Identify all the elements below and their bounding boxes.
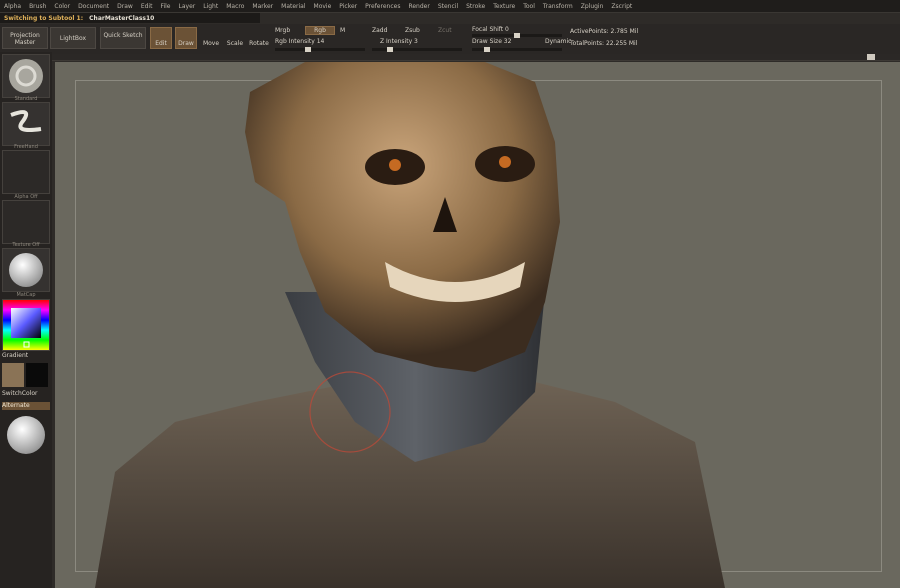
edit-label: Edit: [155, 40, 167, 47]
switch-color-button[interactable]: SwitchColor: [2, 390, 50, 397]
alternate-button[interactable]: Alternate: [2, 402, 50, 410]
menu-item-document[interactable]: Document: [74, 3, 113, 10]
lightbox-button[interactable]: LightBox: [50, 27, 96, 49]
menu-item-brush[interactable]: Brush: [25, 3, 50, 10]
slider-knob[interactable]: [484, 47, 490, 52]
matcap-sphere-icon: [9, 253, 43, 287]
alpha-button[interactable]: [2, 150, 50, 194]
brush-preview: [2, 412, 50, 456]
z-intensity-label: Z Intensity 3: [380, 38, 418, 45]
scale-label: Scale: [226, 40, 244, 47]
texture-button[interactable]: [2, 200, 50, 244]
menu-item-macro[interactable]: Macro: [222, 3, 248, 10]
move-label: Move: [202, 40, 220, 47]
draw-button[interactable]: Draw: [175, 27, 197, 49]
menu-item-material[interactable]: Material: [277, 3, 309, 10]
edit-button[interactable]: Edit: [150, 27, 172, 49]
freehand-stroke-button[interactable]: [2, 102, 50, 146]
focal-shift-slider[interactable]: [472, 33, 562, 38]
zsub-button[interactable]: Zsub: [405, 27, 420, 34]
menu-item-draw[interactable]: Draw: [113, 3, 137, 10]
draw-size-label: Draw Size 32: [472, 38, 512, 45]
active-points-readout: ActivePoints: 2.785 Mil: [570, 28, 639, 35]
slider-knob[interactable]: [305, 47, 311, 52]
primary-color-swatch[interactable]: [2, 363, 24, 387]
freehand-stroke-icon: [10, 110, 42, 132]
color-picker[interactable]: [2, 299, 50, 351]
menu-item-picker[interactable]: Picker: [335, 3, 361, 10]
rotate-label: Rotate: [249, 40, 269, 47]
gradient-label: Gradient: [2, 352, 29, 359]
draw-size-slider[interactable]: [472, 47, 562, 52]
menu-item-zscript[interactable]: Zscript: [607, 3, 636, 10]
mrgb-button[interactable]: Mrgb: [275, 27, 290, 34]
zadd-button[interactable]: Zadd: [372, 27, 387, 34]
menu-item-transform[interactable]: Transform: [539, 3, 577, 10]
m-button[interactable]: M: [340, 27, 345, 34]
menu-item-marker[interactable]: Marker: [248, 3, 277, 10]
menu-item-tool[interactable]: Tool: [519, 3, 539, 10]
dynamic-button[interactable]: Dynamic: [545, 38, 571, 45]
slider-knob[interactable]: [514, 33, 520, 38]
subtool-name: CharMasterClass10: [89, 14, 155, 22]
menu-item-light[interactable]: Light: [199, 3, 222, 10]
quick-sketch-button[interactable]: Quick Sketch: [100, 27, 146, 49]
scale-button[interactable]: Scale: [224, 27, 246, 49]
rgb-intensity-label: Rgb Intensity 14: [275, 38, 325, 45]
canvas-scroll-thumb[interactable]: [867, 54, 875, 60]
canvas-scroll-track[interactable]: [52, 54, 900, 60]
menu-item-edit[interactable]: Edit: [137, 3, 157, 10]
menu-item-movie[interactable]: Movie: [310, 3, 336, 10]
menu-item-alpha[interactable]: Alpha: [0, 3, 25, 10]
menu-item-texture[interactable]: Texture: [489, 3, 519, 10]
menu-item-preferences[interactable]: Preferences: [361, 3, 404, 10]
sphere-preview-icon: [7, 416, 45, 454]
rgb-intensity-slider[interactable]: [275, 47, 365, 52]
z-intensity-slider[interactable]: [372, 47, 462, 52]
sculpted-creature-bust: [95, 62, 725, 588]
subtool-status-label: Switching to Subtool 1:: [4, 14, 84, 22]
menu-item-zplugin[interactable]: Zplugin: [577, 3, 608, 10]
focal-shift-label: Focal Shift 0: [472, 26, 509, 33]
menu-item-render[interactable]: Render: [404, 3, 433, 10]
rgb-button[interactable]: Rgb: [305, 26, 335, 35]
color-picker-icon: [3, 300, 49, 350]
menu-item-layer[interactable]: Layer: [175, 3, 200, 10]
slider-knob[interactable]: [387, 47, 393, 52]
total-points-readout: TotalPoints: 22.255 Mil: [570, 40, 638, 47]
rotate-button[interactable]: Rotate: [248, 27, 270, 49]
standard-brush-icon: [9, 59, 43, 93]
menu-item-file[interactable]: File: [156, 3, 174, 10]
draw-label: Draw: [178, 40, 194, 47]
move-button[interactable]: Move: [200, 27, 222, 49]
menu-item-stencil[interactable]: Stencil: [434, 3, 462, 10]
subtool-status: Switching to Subtool 1: CharMasterClass1…: [0, 13, 260, 23]
projection-master-button[interactable]: Projection Master: [2, 27, 48, 49]
secondary-color-swatch[interactable]: [26, 363, 48, 387]
menu-item-color[interactable]: Color: [50, 3, 74, 10]
zcut-button[interactable]: Zcut: [438, 27, 452, 34]
menu-item-stroke[interactable]: Stroke: [462, 3, 489, 10]
material-button[interactable]: [2, 248, 50, 292]
matcap-label: MatCap: [16, 292, 36, 298]
standard-brush-button[interactable]: [2, 54, 50, 98]
document-canvas[interactable]: [55, 62, 900, 588]
left-shelf: Standard FreeHand Alpha Off Texture Off …: [0, 52, 52, 588]
menu-bar: Alpha Brush Color Document Draw Edit File Layer…: [0, 0, 900, 13]
